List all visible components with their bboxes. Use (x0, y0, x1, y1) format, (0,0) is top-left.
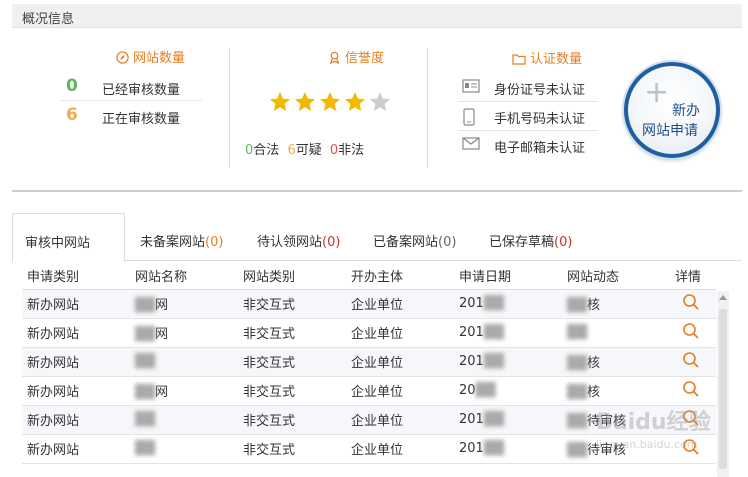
reviewing-count: 6 (66, 105, 78, 125)
cell-category: 非交互式 (238, 289, 346, 319)
cell-status: ██ (562, 318, 670, 348)
approved-count-row: 0 已经审核数量 (60, 73, 202, 101)
watermark: Baidu经验 jingyan.baidu.com (596, 410, 711, 451)
tab-filed[interactable]: 已备案网站(0) (373, 213, 456, 261)
reputation-icon (328, 51, 341, 68)
table-row: 新办网站 ██网 非交互式 企业单位 201██ ██ (22, 318, 716, 348)
cell-detail (670, 376, 716, 406)
scroll-up-icon[interactable] (719, 295, 727, 300)
cell-owner: 企业单位 (346, 347, 454, 377)
certification-title: 认证数量 (512, 48, 582, 69)
cell-name: ██ (130, 434, 238, 464)
cert-label-mail: 电子邮箱未认证 (494, 141, 586, 156)
plus-icon: + (644, 75, 670, 110)
cell-type: 新办网站 (22, 405, 130, 435)
cell-date: 201██ (454, 289, 562, 319)
reputation-title: 信誉度 (328, 47, 384, 68)
cell-detail (670, 347, 716, 377)
search-icon[interactable] (682, 293, 700, 311)
col-header-date[interactable]: 申请日期 (454, 262, 562, 290)
table-row: 新办网站 ██ 非交互式 企业单位 201██ ██核 (22, 347, 716, 377)
cell-name: ██ (130, 405, 238, 435)
divider (427, 48, 428, 168)
search-icon[interactable] (682, 351, 700, 369)
cell-detail (670, 318, 716, 348)
overview-header: 概况信息 (12, 4, 742, 28)
cell-status: ██核 (562, 289, 670, 319)
cell-type: 新办网站 (22, 376, 130, 406)
scroll-thumb[interactable] (719, 309, 727, 469)
cell-category: 非交互式 (238, 405, 346, 435)
approved-count: 0 (66, 76, 78, 96)
cell-owner: 企业单位 (346, 318, 454, 348)
cell-name: ██ (130, 347, 238, 377)
cell-detail (670, 289, 716, 319)
col-header-owner[interactable]: 开办主体 (346, 262, 454, 290)
search-icon[interactable] (682, 380, 700, 398)
cell-category: 非交互式 (238, 376, 346, 406)
star-empty-icon (368, 90, 392, 114)
cert-row-phone: 手机号码未认证 (458, 102, 598, 131)
star-filled-icon (318, 90, 342, 114)
col-header-status[interactable]: 网站动态 (562, 262, 670, 290)
tab-reviewing[interactable]: 审核中网站 (12, 213, 125, 262)
table-header-row: 申请类别 网站名称 网站类别 开办主体 申请日期 网站动态 详情 (22, 262, 716, 290)
cell-date: 201██ (454, 318, 562, 348)
search-icon[interactable] (682, 322, 700, 340)
cell-date: 201██ (454, 347, 562, 377)
cell-type: 新办网站 (22, 347, 130, 377)
site-tabs: 审核中网站 未备案网站(0) 待认领网站(0) 已备案网站(0) 已保存草稿(0… (12, 213, 742, 262)
col-header-name[interactable]: 网站名称 (130, 262, 238, 290)
cell-name: ██网 (130, 318, 238, 348)
cell-type: 新办网站 (22, 289, 130, 319)
cert-label-phone: 手机号码未认证 (494, 112, 586, 127)
table-row: 新办网站 ██网 非交互式 企业单位 20██ ██核 (22, 376, 716, 406)
cell-status: ██核 (562, 376, 670, 406)
compass-icon (116, 51, 129, 68)
id-card-icon (462, 79, 480, 95)
phone-icon (462, 108, 480, 126)
col-header-category[interactable]: 网站类别 (238, 262, 346, 290)
cell-category: 非交互式 (238, 318, 346, 348)
tab-drafts[interactable]: 已保存草稿(0) (489, 213, 572, 261)
star-filled-icon (293, 90, 317, 114)
cell-owner: 企业单位 (346, 289, 454, 319)
cell-category: 非交互式 (238, 347, 346, 377)
cell-status: ██核 (562, 347, 670, 377)
rating-stars (268, 90, 393, 118)
overview-title: 概况信息 (22, 12, 75, 27)
cell-date: 20██ (454, 376, 562, 406)
cell-name: ██网 (130, 289, 238, 319)
cell-owner: 企业单位 (346, 405, 454, 435)
divider (229, 48, 230, 168)
cert-row-id: 身份证号未认证 (458, 73, 598, 102)
folder-icon (512, 53, 526, 69)
reviewing-count-label: 正在审核数量 (102, 112, 181, 127)
cell-type: 新办网站 (22, 434, 130, 464)
mail-icon (462, 137, 480, 153)
star-filled-icon (268, 90, 292, 114)
cell-date: 201██ (454, 434, 562, 464)
cert-label-id: 身份证号未认证 (494, 83, 586, 98)
cert-row-mail: 电子邮箱未认证 (458, 131, 598, 160)
star-filled-icon (343, 90, 367, 114)
cell-owner: 企业单位 (346, 434, 454, 464)
cell-name: ██网 (130, 376, 238, 406)
new-site-application-button[interactable]: + 新办 网站申请 (624, 62, 720, 158)
table-row: 新办网站 ██网 非交互式 企业单位 201██ ██核 (22, 289, 716, 319)
reputation-summary: 0合法 6可疑 0非法 (245, 143, 365, 158)
tab-unfiled[interactable]: 未备案网站(0) (140, 213, 223, 261)
approved-count-label: 已经审核数量 (102, 83, 181, 98)
table-scrollbar[interactable] (717, 291, 729, 477)
cell-type: 新办网站 (22, 318, 130, 348)
tab-unclaimed[interactable]: 待认领网站(0) (257, 213, 340, 261)
col-header-detail: 详情 (670, 262, 716, 290)
cell-category: 非交互式 (238, 434, 346, 464)
cell-date: 201██ (454, 405, 562, 435)
site-count-title: 网站数量 (116, 47, 185, 68)
col-header-type[interactable]: 申请类别 (22, 262, 130, 290)
reviewing-count-row: 6 正在审核数量 (60, 102, 202, 130)
cell-owner: 企业单位 (346, 376, 454, 406)
section-divider (12, 190, 742, 192)
